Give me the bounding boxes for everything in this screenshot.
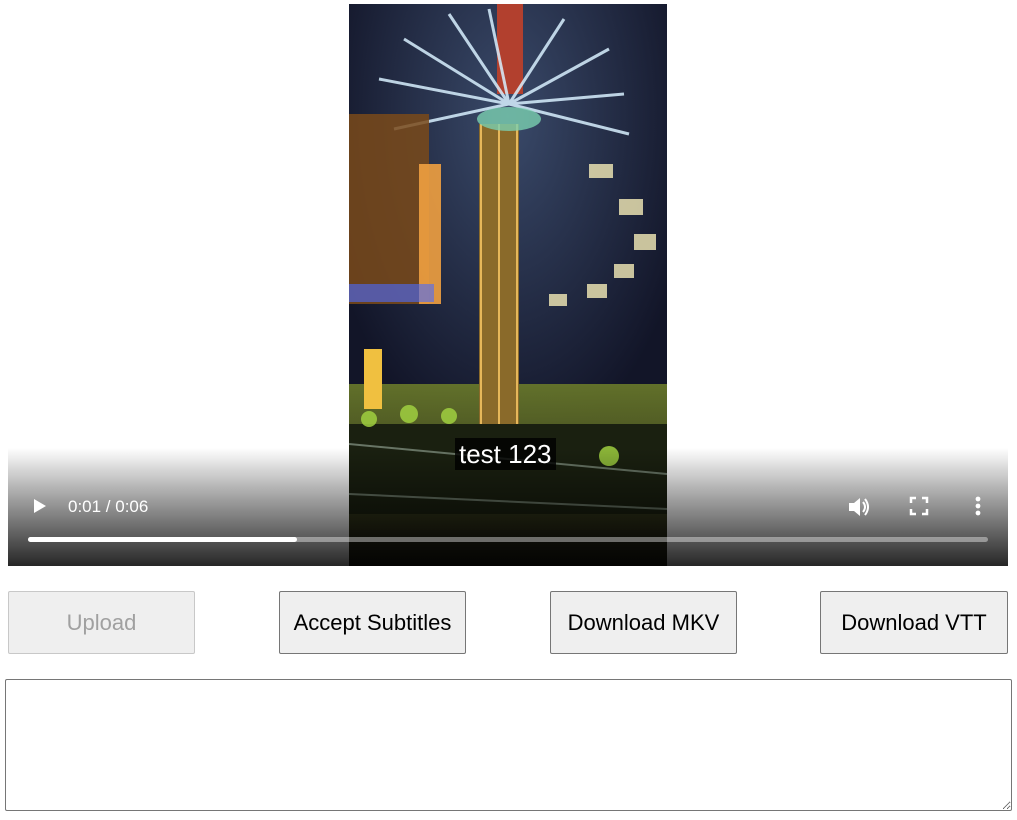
download-vtt-button[interactable]: Download VTT xyxy=(820,591,1008,654)
more-options-button[interactable] xyxy=(970,493,986,519)
subtitle-caption: test 123 xyxy=(455,438,556,470)
upload-button[interactable]: Upload xyxy=(8,591,195,654)
volume-button[interactable] xyxy=(846,494,872,520)
video-frame xyxy=(349,4,667,566)
subtitle-editor-textarea[interactable] xyxy=(5,679,1012,811)
more-options-icon xyxy=(975,496,981,516)
accept-subtitles-button[interactable]: Accept Subtitles xyxy=(279,591,466,654)
time-display: 0:01 / 0:06 xyxy=(68,497,149,516)
download-mkv-button[interactable]: Download MKV xyxy=(550,591,737,654)
fullscreen-icon xyxy=(909,496,929,516)
fullscreen-button[interactable] xyxy=(908,495,930,517)
video-scene-image xyxy=(349,4,667,566)
volume-icon xyxy=(849,498,869,516)
play-icon xyxy=(34,499,46,513)
play-button[interactable] xyxy=(28,494,50,518)
video-player[interactable]: test 123 0:01 / 0:06 xyxy=(8,4,1008,566)
progress-fill xyxy=(28,537,297,542)
progress-bar[interactable] xyxy=(28,537,988,542)
